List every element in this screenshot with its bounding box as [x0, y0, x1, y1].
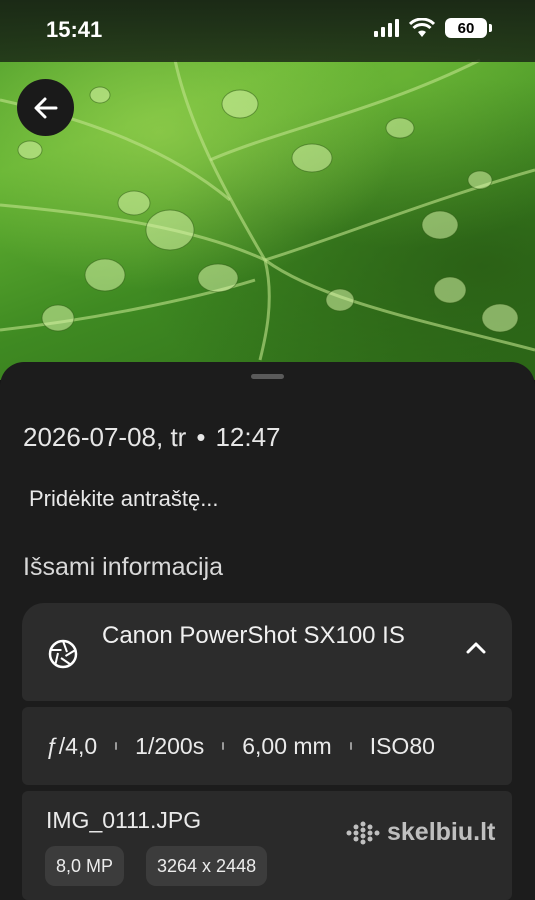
dots-logo-icon: [346, 821, 380, 844]
megapixels-chip: 8,0 MP: [45, 846, 125, 886]
watermark: skelbiu.lt: [345, 818, 495, 847]
back-button[interactable]: [17, 79, 74, 136]
caption-input[interactable]: Pridėkite antraštę...: [29, 486, 219, 512]
status-time: 15:41: [46, 17, 103, 42]
section-title: Išsami informacija: [23, 553, 224, 581]
datetime-separator: •: [196, 422, 206, 452]
watermark-text: skelbiu.lt: [387, 818, 496, 846]
drag-handle[interactable]: [251, 374, 284, 379]
arrow-left-icon: [34, 97, 57, 118]
battery-icon: 60: [445, 18, 492, 38]
chevron-up-icon[interactable]: [466, 641, 486, 655]
photo-view[interactable]: 15:41 60: [0, 0, 535, 380]
signal-icon: [374, 19, 399, 37]
camera-card[interactable]: Canon PowerShot SX100 IS: [22, 603, 512, 701]
shutter-value: 1/200s: [135, 732, 205, 759]
exif-separator: [222, 742, 225, 750]
focal-value: 6,00 mm: [242, 732, 332, 759]
wifi-icon: [409, 18, 435, 37]
camera-name: Canon PowerShot SX100 IS: [102, 622, 405, 649]
exif-separator: [349, 742, 352, 750]
resolution-chip: 3264 x 2448: [146, 846, 268, 886]
aperture-value: ƒ/4,0: [46, 732, 98, 759]
photo-time: 12:47: [215, 422, 281, 452]
exif-separator: [115, 742, 118, 750]
iso-value: ISO80: [369, 732, 435, 759]
photo-datetime: 2026-07-08, tr • 12:47: [23, 422, 281, 453]
file-name: IMG_0111.JPG: [46, 807, 202, 833]
exif-card: ƒ/4,0 1/200s 6,00 mm ISO80: [22, 707, 512, 785]
photo-date: 2026-07-08, tr: [23, 422, 187, 452]
status-bar: 15:41 60: [0, 0, 535, 62]
aperture-icon: [48, 639, 78, 669]
